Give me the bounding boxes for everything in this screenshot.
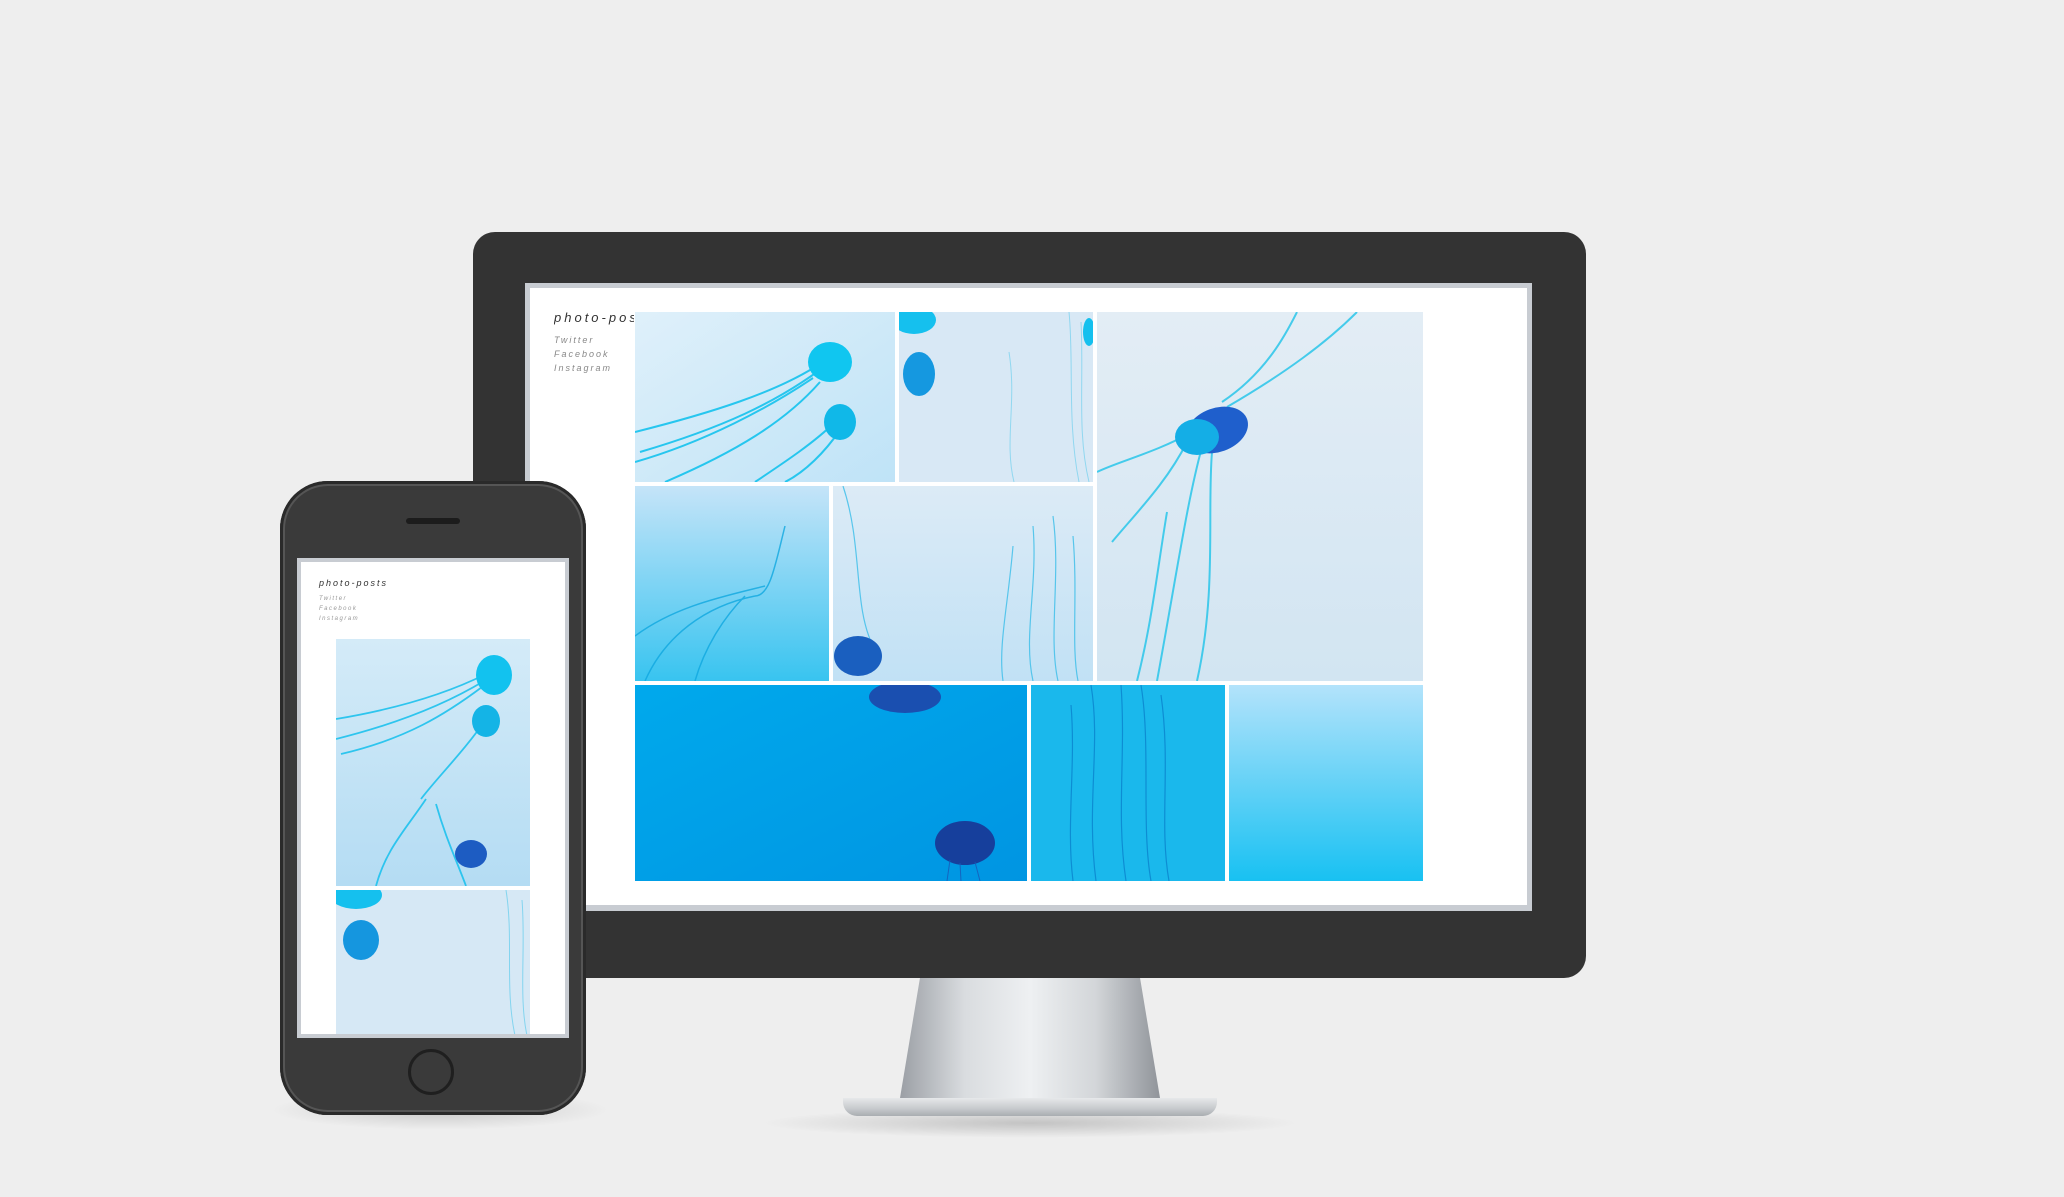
photo-tile-5[interactable] <box>833 486 1093 681</box>
mobile-link-twitter[interactable]: Twitter <box>319 596 347 602</box>
mobile-page <box>301 562 565 1034</box>
home-button-icon[interactable] <box>408 1049 454 1095</box>
desktop-link-twitter[interactable]: Twitter <box>554 335 594 345</box>
photo-tile-8[interactable] <box>1229 685 1423 881</box>
mobile-photo-tile-1[interactable] <box>336 639 530 886</box>
mobile-link-facebook[interactable]: Facebook <box>319 606 357 612</box>
mobile-photo-tile-2[interactable] <box>336 890 530 1034</box>
desktop-link-instagram[interactable]: Instagram <box>554 363 612 373</box>
photo-tile-3[interactable] <box>1097 312 1423 681</box>
desktop-site-title[interactable]: photo-posts <box>554 310 634 325</box>
photo-tile-4[interactable] <box>635 486 829 681</box>
speaker-icon <box>406 518 460 524</box>
photo-tile-6[interactable] <box>635 685 1027 881</box>
monitor-stand <box>899 978 1161 1104</box>
desktop-link-facebook[interactable]: Facebook <box>554 349 610 359</box>
photo-tile-2[interactable] <box>899 312 1093 482</box>
mobile-link-instagram[interactable]: Instagram <box>319 616 359 622</box>
monitor-stand-base <box>843 1098 1217 1116</box>
photo-tile-7[interactable] <box>1031 685 1225 881</box>
mobile-site-title[interactable]: photo-posts <box>319 578 388 588</box>
photo-tile-1[interactable] <box>635 312 895 482</box>
